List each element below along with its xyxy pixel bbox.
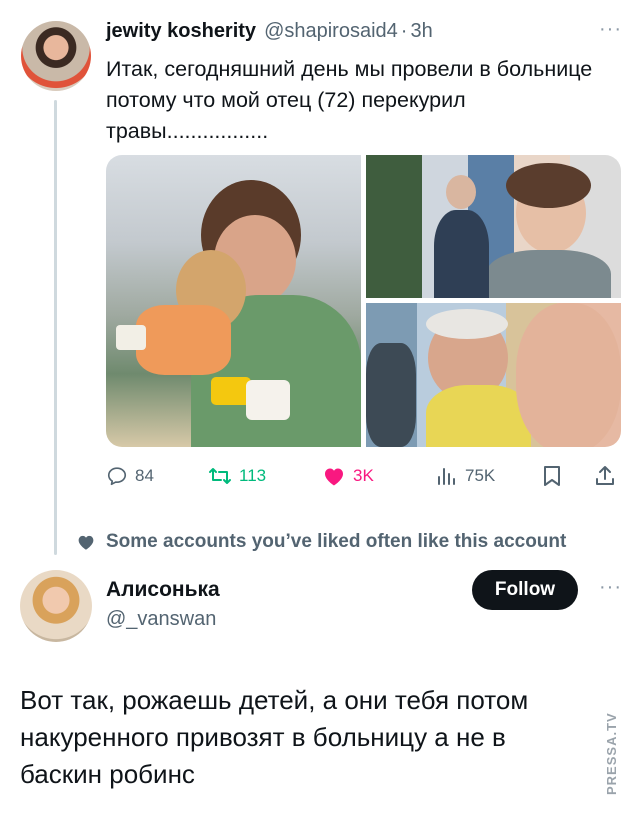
heart-small-icon [78, 535, 94, 550]
tweet-time[interactable]: 3h [410, 20, 432, 43]
views-count: 75K [465, 466, 496, 485]
more-icon[interactable]: ··· [599, 18, 622, 41]
watermark: PRESSA.TV [604, 712, 619, 795]
views-icon [438, 468, 455, 485]
tweet-text: Итак, сегодняшний день мы провели в боль… [106, 57, 593, 143]
bookmark-icon [544, 466, 560, 486]
thread-line [54, 100, 57, 555]
author-handle[interactable]: @_vanswan [106, 608, 216, 631]
like-button[interactable]: 3K [322, 458, 374, 494]
views-button[interactable]: 75K [436, 458, 495, 494]
author-name[interactable]: Алисонька [106, 578, 220, 602]
share-button[interactable] [594, 458, 616, 494]
retweet-icon [209, 468, 231, 484]
avatar[interactable] [21, 21, 91, 91]
retweet-count: 113 [239, 466, 267, 485]
more-icon[interactable]: ··· [599, 576, 622, 599]
like-count: 3K [353, 466, 374, 485]
separator-dot: · [400, 20, 408, 42]
heart-icon [325, 468, 343, 486]
reply-count: 84 [135, 466, 154, 485]
media-grid[interactable] [106, 155, 621, 447]
photo-selfie-hospital[interactable] [366, 155, 621, 298]
tweet-actions: 84 113 3K 75K [106, 458, 621, 494]
bookmark-button[interactable] [542, 458, 562, 494]
reply-icon [107, 467, 127, 486]
author-name[interactable]: jewity kosherity [106, 20, 256, 43]
avatar[interactable] [20, 570, 92, 642]
reply-button[interactable]: 84 [106, 458, 154, 494]
tweet-header: jewity kosherity @shapirosaid4 · 3h [106, 20, 433, 48]
photo-hospital-waiting-room[interactable] [106, 155, 361, 447]
retweet-button[interactable]: 113 [208, 458, 266, 494]
photo-father-smiling[interactable] [366, 303, 621, 447]
social-context: Some accounts you’ve liked often like th… [76, 531, 566, 553]
share-icon [596, 466, 614, 485]
follow-button[interactable]: Follow [472, 570, 578, 610]
tweet-text: Вот так, рожаешь детей, а они тебя потом… [20, 685, 529, 789]
author-handle[interactable]: @shapirosaid4 [264, 20, 398, 43]
social-context-text: Some accounts you’ve liked often like th… [106, 531, 567, 552]
